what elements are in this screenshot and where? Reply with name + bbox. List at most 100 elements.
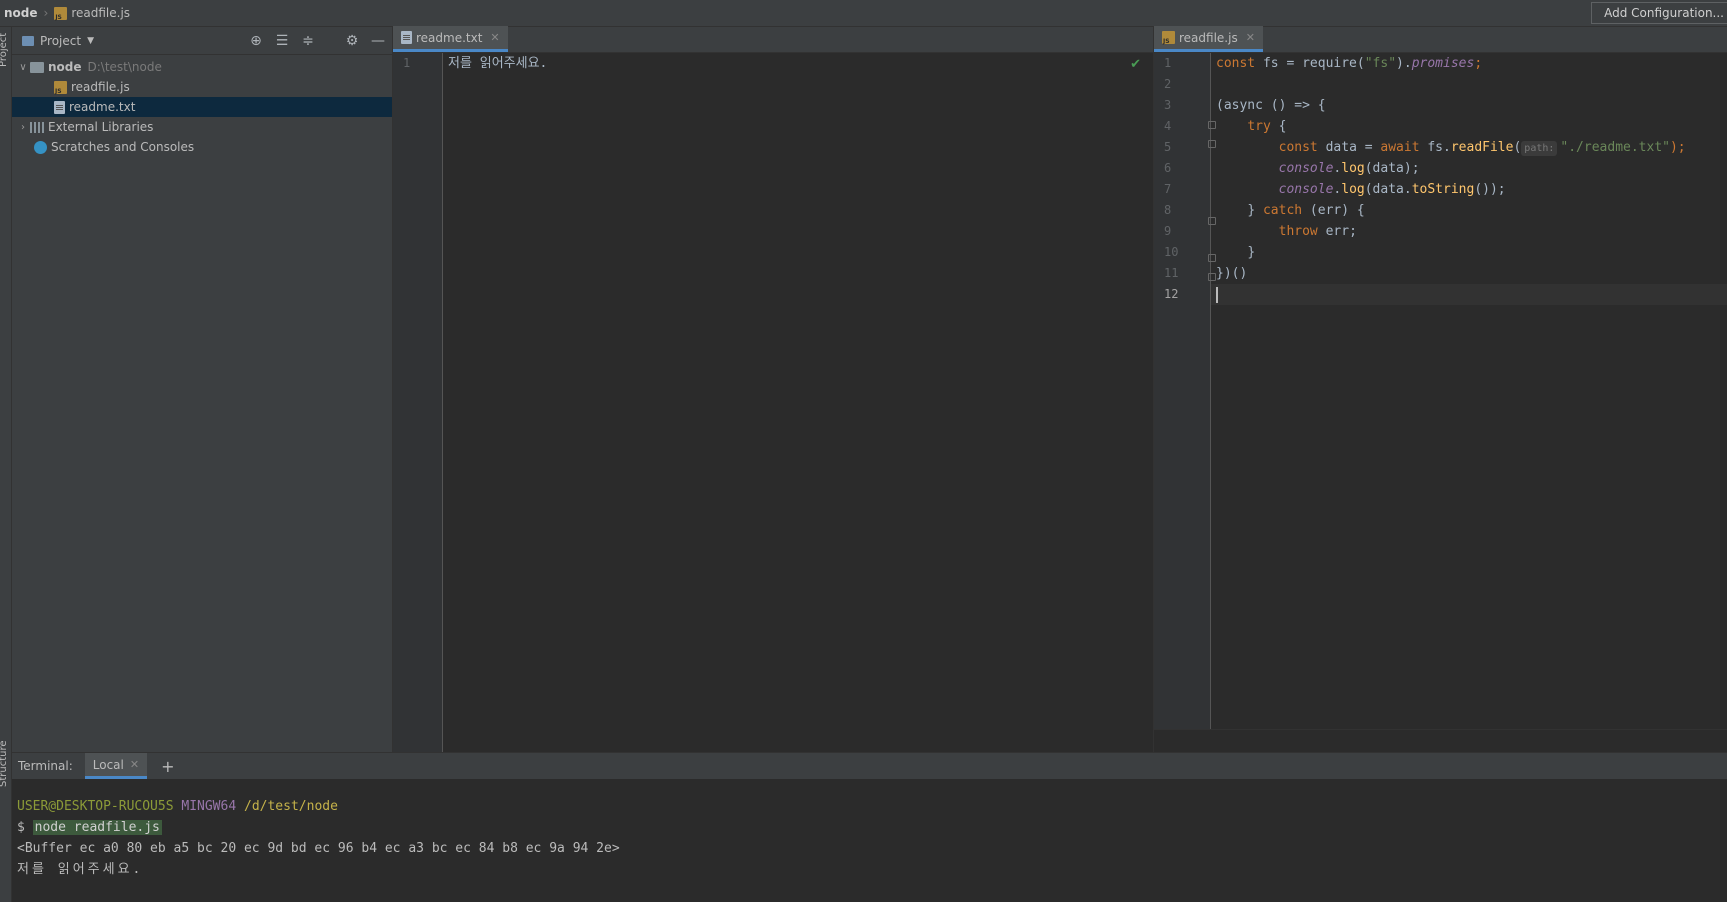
code-line[interactable]: throw err; xyxy=(1211,221,1727,242)
terminal-header: Terminal: Local ✕ + xyxy=(12,753,1727,779)
terminal-tab-label: Local xyxy=(92,757,124,772)
close-icon[interactable]: ✕ xyxy=(490,31,499,44)
terminal-buffer-output: <Buffer ec a0 80 eb a5 bc 20 ec 9d bd ec… xyxy=(17,841,620,856)
code-area[interactable]: 저를 읽어주세요. xyxy=(443,53,1153,752)
editor-readfile: readfile.js ✕ 1 2 3 4 5 6 7 8 9 10 11 12… xyxy=(1153,26,1727,752)
left-tool-stripe: Project Structure xyxy=(0,27,12,902)
toolbar-divider xyxy=(326,33,334,49)
terminal-prompt-line: USER@DESKTOP-RUCOU5S MINGW64 /d/test/nod… xyxy=(17,799,338,814)
terminal-string-output: 저를 읽어주세요. xyxy=(17,862,144,877)
terminal-output[interactable]: USER@DESKTOP-RUCOU5S MINGW64 /d/test/nod… xyxy=(12,779,1727,880)
js-file-icon xyxy=(1162,31,1175,45)
code-line[interactable]: try { xyxy=(1211,116,1727,137)
tree-item-label: readme.txt xyxy=(69,100,136,114)
breadcrumb-file[interactable]: readfile.js xyxy=(71,6,130,20)
line-number: 8 xyxy=(1164,203,1172,217)
code-line[interactable]: } catch (err) { xyxy=(1211,200,1727,221)
gear-icon[interactable]: ⚙ xyxy=(344,33,360,49)
library-icon xyxy=(30,121,44,133)
text-line[interactable]: 저를 읽어주세요. xyxy=(443,53,1153,74)
project-panel-header: Project ▼ ⊕ ☰ ≑ ⚙ — xyxy=(12,27,392,55)
collapse-all-icon[interactable]: ≑ xyxy=(300,33,316,49)
line-number: 9 xyxy=(1164,224,1172,238)
code-line[interactable]: })() xyxy=(1211,263,1727,284)
code-line[interactable]: (async () => { xyxy=(1211,95,1727,116)
text-file-icon xyxy=(54,100,65,114)
checkmark-icon: ✔ xyxy=(1130,57,1141,72)
line-number: 1 xyxy=(403,56,411,70)
terminal-label: Terminal: xyxy=(18,759,73,773)
line-number: 1 xyxy=(1164,56,1172,70)
plus-icon[interactable]: + xyxy=(161,757,174,776)
parameter-hint: path: xyxy=(1521,141,1558,156)
tab-label: readme.txt xyxy=(416,30,483,45)
close-icon[interactable]: ✕ xyxy=(1246,31,1255,44)
tree-item-root-path: D:\test\node xyxy=(87,60,162,74)
tab-label: readfile.js xyxy=(1179,30,1238,45)
terminal-command: node readfile.js xyxy=(32,820,162,835)
expand-all-icon[interactable]: ☰ xyxy=(274,33,290,49)
code-line-current[interactable] xyxy=(1211,284,1727,305)
chevron-down-icon: ▼ xyxy=(87,35,94,46)
breadcrumb: node › readfile.js xyxy=(0,6,130,21)
project-panel-title: Project xyxy=(40,33,82,48)
tab-readfile-js[interactable]: readfile.js ✕ xyxy=(1154,26,1263,52)
add-configuration-button[interactable]: Add Configuration... xyxy=(1591,2,1727,24)
navigation-bar: node › readfile.js Add Configuration... xyxy=(0,0,1727,27)
chevron-down-icon[interactable]: ∨ xyxy=(16,62,30,73)
tree-item-readfile[interactable]: readfile.js xyxy=(12,77,392,97)
code-area[interactable]: const fs = require("fs").promises; (asyn… xyxy=(1211,53,1727,752)
project-panel: Project ▼ ⊕ ☰ ≑ ⚙ — ∨ node D:\test\node … xyxy=(12,27,393,752)
tree-item-external-libraries[interactable]: › External Libraries xyxy=(12,117,392,137)
tree-item-root-name: node xyxy=(48,60,82,74)
code-line[interactable]: } xyxy=(1211,242,1727,263)
line-number: 3 xyxy=(1164,98,1172,112)
folder-icon xyxy=(30,61,44,73)
project-tool-window-button[interactable]: Project xyxy=(0,33,9,67)
chevron-right-icon[interactable]: › xyxy=(16,122,30,133)
editor-readme: readme.txt ✕ 1 저를 읽어주세요. ✔ xyxy=(393,26,1153,752)
tree-item-label: Scratches and Consoles xyxy=(51,140,195,154)
line-number-gutter: 1 xyxy=(393,53,443,752)
tree-item-label: External Libraries xyxy=(48,120,154,134)
line-number: 6 xyxy=(1164,161,1172,175)
code-line[interactable] xyxy=(1211,74,1727,95)
line-number: 2 xyxy=(1164,77,1172,91)
terminal-command-line: $ node readfile.js xyxy=(17,820,162,835)
tree-item-readme[interactable]: readme.txt xyxy=(12,97,392,117)
code-line[interactable]: console.log(data.toString()); xyxy=(1211,179,1727,200)
horizontal-scrollbar[interactable] xyxy=(1154,729,1727,752)
code-line[interactable]: const data = await fs.readFile(path: "./r… xyxy=(1211,137,1727,158)
line-number: 10 xyxy=(1164,245,1179,259)
code-line[interactable]: const fs = require("fs").promises; xyxy=(1211,53,1727,74)
js-file-icon xyxy=(54,80,67,95)
tab-readme-txt[interactable]: readme.txt ✕ xyxy=(393,26,508,52)
line-number: 12 xyxy=(1164,287,1179,301)
tree-item-root[interactable]: ∨ node D:\test\node xyxy=(12,57,392,77)
project-tree: ∨ node D:\test\node readfile.js readme.t… xyxy=(12,55,392,157)
tree-item-scratches[interactable]: Scratches and Consoles xyxy=(12,137,392,157)
hide-panel-icon[interactable]: — xyxy=(370,33,386,49)
line-number: 11 xyxy=(1164,266,1179,280)
structure-tool-window-button[interactable]: Structure xyxy=(0,740,9,787)
tree-item-label: readfile.js xyxy=(71,80,130,94)
terminal-tab-local[interactable]: Local ✕ xyxy=(84,753,148,779)
js-file-icon xyxy=(54,6,68,21)
project-view-selector[interactable]: Project ▼ xyxy=(22,34,94,48)
breadcrumb-project[interactable]: node xyxy=(4,6,38,20)
line-number: 4 xyxy=(1164,119,1172,133)
locate-icon[interactable]: ⊕ xyxy=(248,33,264,49)
line-number: 5 xyxy=(1164,140,1172,154)
line-number-gutter: 1 2 3 4 5 6 7 8 9 10 11 12 xyxy=(1154,53,1211,752)
terminal-panel: Terminal: Local ✕ + USER@DESKTOP-RUCOU5S… xyxy=(12,752,1727,902)
text-file-icon xyxy=(401,31,412,44)
scratches-icon xyxy=(34,140,47,154)
line-number: 7 xyxy=(1164,182,1172,196)
breadcrumb-separator: › xyxy=(43,6,49,20)
close-icon[interactable]: ✕ xyxy=(130,758,139,771)
editor-tab-bar: readfile.js ✕ xyxy=(1154,26,1727,53)
editor-tab-bar: readme.txt ✕ xyxy=(393,26,1153,53)
project-icon xyxy=(22,35,34,46)
text-caret xyxy=(1216,286,1218,303)
code-line[interactable]: console.log(data); xyxy=(1211,158,1727,179)
